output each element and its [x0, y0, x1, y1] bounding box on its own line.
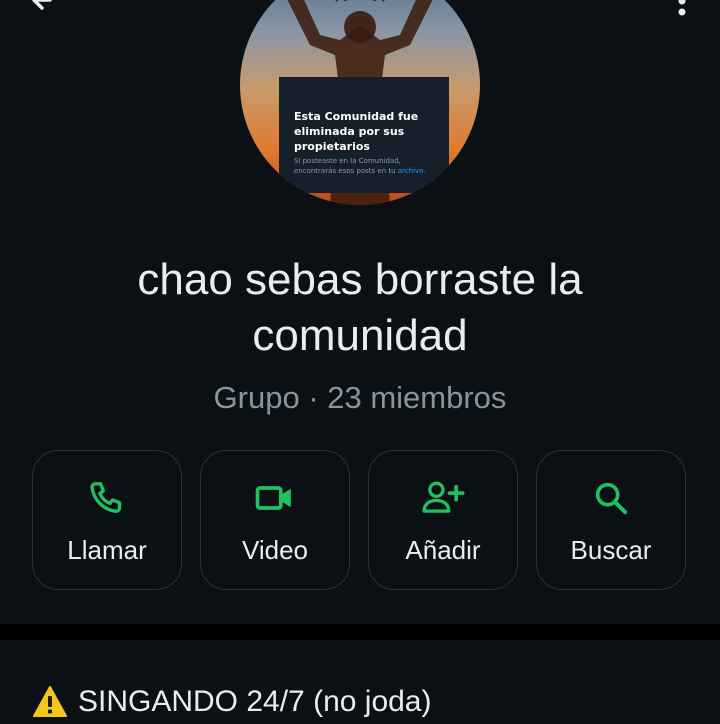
community-deleted-body: Si posteaste en la Comunidad, encontrará… [294, 157, 401, 175]
back-button[interactable] [22, 0, 62, 16]
warning-icon [33, 686, 67, 717]
community-deleted-card: Esta Comunidad fue eliminada por sus pro… [279, 77, 449, 193]
add-member-label: Añadir [405, 535, 481, 565]
search-icon [537, 477, 685, 519]
archive-link: archivo. [397, 167, 426, 175]
community-deleted-text: Si posteaste en la Comunidad, encontrará… [294, 156, 434, 176]
group-name: chao sebas borraste la comunidad [137, 255, 583, 360]
group-avatar[interactable]: Esta Comunidad fue eliminada por sus pro… [240, 0, 480, 205]
more-vertical-icon [678, 0, 686, 16]
call-label: Llamar [67, 535, 147, 565]
video-icon [201, 477, 349, 519]
group-description[interactable]: SINGANDO 24/7 (no joda) [32, 680, 692, 724]
group-member-count: Grupo · 23 miembros [213, 380, 507, 415]
add-member-button[interactable]: Añadir [368, 450, 518, 590]
video-button[interactable]: Video [200, 450, 350, 590]
group-description-text: SINGANDO 24/7 (no joda) [78, 685, 432, 718]
community-deleted-title: Esta Comunidad fue eliminada por sus pro… [294, 110, 419, 153]
search-label: Buscar [570, 535, 652, 565]
phone-icon [33, 477, 181, 519]
add-person-icon [369, 477, 517, 519]
more-options-button[interactable] [672, 0, 692, 16]
call-button[interactable]: Llamar [32, 450, 182, 590]
action-buttons: Llamar Video Añadir Buscar [32, 450, 688, 592]
video-label: Video [241, 535, 309, 565]
back-arrow-icon [32, 0, 52, 10]
section-divider [0, 624, 720, 640]
search-button[interactable]: Buscar [536, 450, 686, 590]
